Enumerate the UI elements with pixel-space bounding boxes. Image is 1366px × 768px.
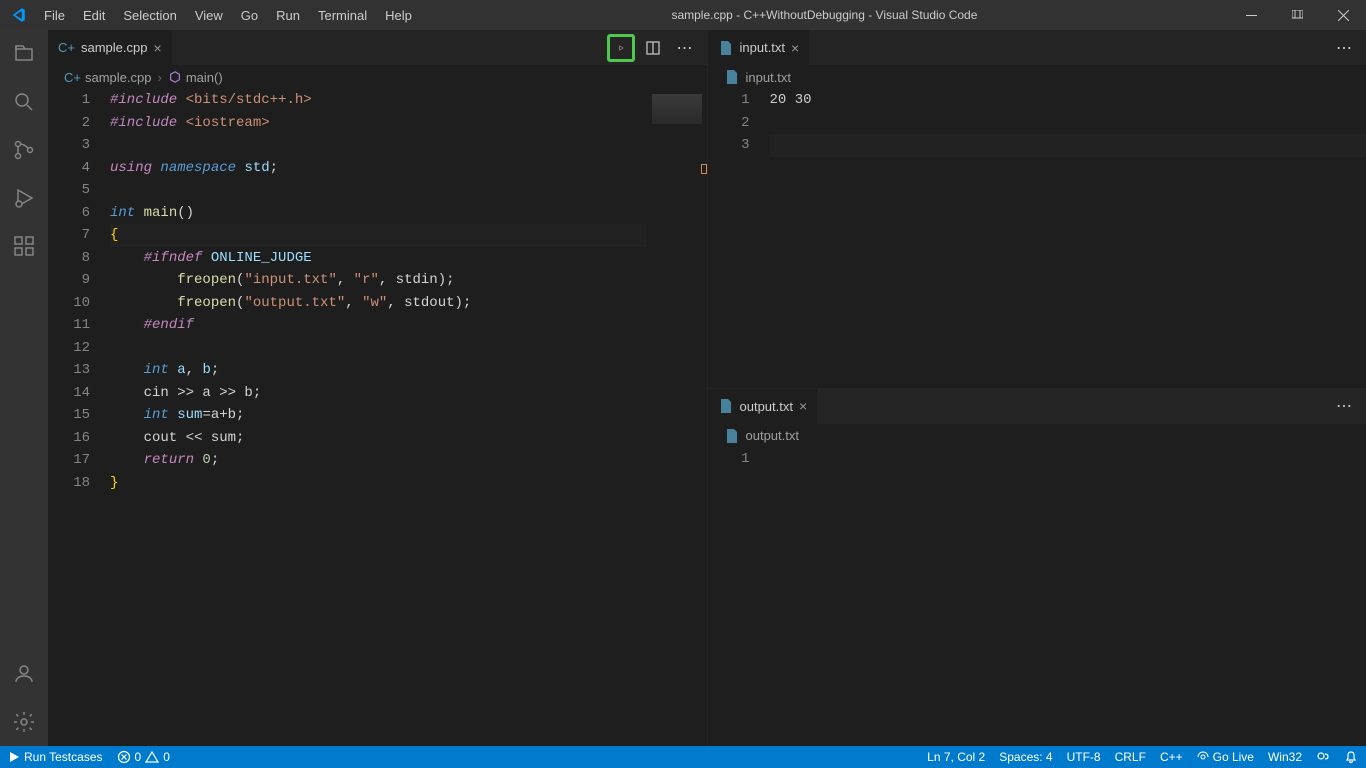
menu-bar: FileEditSelectionViewGoRunTerminalHelp — [35, 0, 421, 30]
minimize-button[interactable] — [1228, 0, 1274, 30]
search-icon[interactable] — [0, 78, 48, 126]
title-bar: FileEditSelectionViewGoRunTerminalHelp s… — [0, 0, 1366, 30]
editor-content-input[interactable]: 123 20 30 — [708, 89, 1366, 388]
menu-help[interactable]: Help — [376, 0, 421, 30]
feedback-icon[interactable] — [1316, 750, 1330, 764]
minimap-indicator — [701, 164, 707, 174]
line-gutter: 1 — [708, 448, 770, 747]
menu-view[interactable]: View — [186, 0, 232, 30]
close-tab-icon[interactable]: × — [791, 40, 799, 56]
workbench: C+ sample.cpp × ⋯ C+ sample.cpp › main — [0, 30, 1366, 746]
editor-content-output[interactable]: 1 — [708, 448, 1366, 747]
tab-bar-input: input.txt × ⋯ — [708, 30, 1366, 65]
accounts-icon[interactable] — [0, 650, 48, 698]
split-editor-icon[interactable] — [639, 34, 667, 62]
more-actions-icon[interactable]: ⋯ — [1330, 34, 1358, 62]
menu-edit[interactable]: Edit — [74, 0, 114, 30]
tab-bar-main: C+ sample.cpp × ⋯ — [48, 30, 707, 65]
editor-output-txt: output.txt × ⋯ output.txt 1 — [708, 388, 1366, 747]
tab-sample-cpp[interactable]: C+ sample.cpp × — [48, 30, 173, 65]
cpp-file-icon: C+ — [58, 40, 75, 55]
code-area[interactable]: 20 30 — [770, 89, 1366, 388]
code-area[interactable]: #include <bits/stdc++.h>#include <iostre… — [110, 89, 647, 746]
menu-file[interactable]: File — [35, 0, 74, 30]
breadcrumb[interactable]: C+ sample.cpp › main() — [48, 65, 707, 89]
file-icon — [724, 69, 740, 85]
close-tab-icon[interactable]: × — [153, 40, 161, 56]
editor-input-txt: input.txt × ⋯ input.txt 123 20 30 — [708, 30, 1366, 388]
eol-status[interactable]: CRLF — [1115, 750, 1146, 764]
maximize-button[interactable] — [1274, 0, 1320, 30]
menu-selection[interactable]: Selection — [114, 0, 185, 30]
tab-label: output.txt — [740, 399, 793, 414]
status-bar: Run Testcases 0 0 Ln 7, Col 2 Spaces: 4 … — [0, 746, 1366, 768]
window-controls — [1228, 0, 1366, 30]
breadcrumb-output[interactable]: output.txt — [708, 424, 1366, 448]
close-button[interactable] — [1320, 0, 1366, 30]
activity-bar — [0, 30, 48, 746]
line-gutter: 123 — [708, 89, 770, 388]
breadcrumb-file: output.txt — [746, 428, 799, 443]
language-mode[interactable]: C++ — [1160, 750, 1183, 764]
menu-run[interactable]: Run — [267, 0, 309, 30]
line-gutter: 123456789101112131415161718 — [48, 89, 110, 746]
os-status[interactable]: Win32 — [1268, 750, 1302, 764]
window-title: sample.cpp - C++WithoutDebugging - Visua… — [421, 8, 1228, 22]
more-actions-icon[interactable]: ⋯ — [1330, 392, 1358, 420]
editor-actions: ⋯ — [607, 34, 707, 62]
close-tab-icon[interactable]: × — [799, 398, 807, 414]
editor-main[interactable]: 123456789101112131415161718 #include <bi… — [48, 89, 707, 746]
problems-status[interactable]: 0 0 — [117, 750, 170, 764]
tab-label: sample.cpp — [81, 40, 147, 55]
indentation-status[interactable]: Spaces: 4 — [999, 750, 1052, 764]
extensions-icon[interactable] — [0, 222, 48, 270]
settings-gear-icon[interactable] — [0, 698, 48, 746]
encoding-status[interactable]: UTF-8 — [1067, 750, 1101, 764]
source-control-icon[interactable] — [0, 126, 48, 174]
breadcrumb-input[interactable]: input.txt — [708, 65, 1366, 89]
breadcrumb-symbol: main() — [186, 70, 223, 85]
tab-label: input.txt — [740, 40, 786, 55]
notifications-icon[interactable] — [1344, 750, 1358, 764]
menu-go[interactable]: Go — [232, 0, 267, 30]
vscode-logo — [0, 6, 35, 24]
run-code-button[interactable] — [607, 34, 635, 62]
editor-group-main: C+ sample.cpp × ⋯ C+ sample.cpp › main — [48, 30, 707, 746]
code-area[interactable] — [770, 448, 1366, 747]
file-icon — [718, 40, 734, 56]
cursor-position[interactable]: Ln 7, Col 2 — [927, 750, 985, 764]
editor-group-side: input.txt × ⋯ input.txt 123 20 30 — [707, 30, 1366, 746]
more-actions-icon[interactable]: ⋯ — [671, 34, 699, 62]
menu-terminal[interactable]: Terminal — [309, 0, 376, 30]
minimap[interactable] — [647, 89, 707, 746]
tab-bar-output: output.txt × ⋯ — [708, 389, 1366, 424]
tab-output-txt[interactable]: output.txt × — [708, 389, 819, 424]
run-testcases-button[interactable]: Run Testcases — [8, 750, 103, 764]
file-icon — [724, 428, 740, 444]
file-icon — [718, 398, 734, 414]
breadcrumb-file: input.txt — [746, 70, 792, 85]
explorer-icon[interactable] — [0, 30, 48, 78]
breadcrumb-file: sample.cpp — [85, 70, 151, 85]
go-live-button[interactable]: Go Live — [1197, 750, 1254, 764]
tab-input-txt[interactable]: input.txt × — [708, 30, 811, 65]
run-debug-icon[interactable] — [0, 174, 48, 222]
